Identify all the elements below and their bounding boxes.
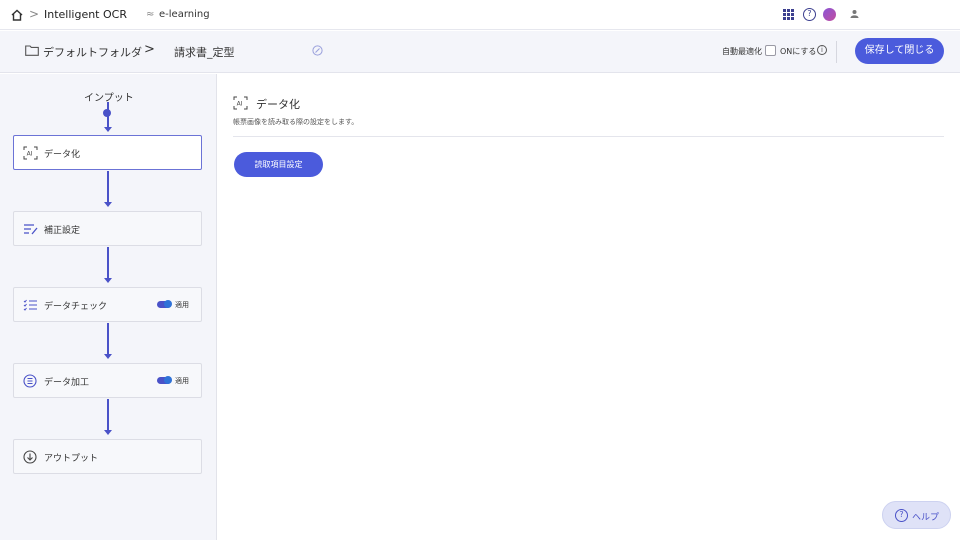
help-button[interactable]: ? ヘルプ xyxy=(882,501,951,529)
flow-arrowhead xyxy=(104,278,112,283)
ai-icon: AI xyxy=(23,146,38,160)
top-bar: > Intelligent OCR ≈ e-learning ? xyxy=(0,0,960,30)
flow-connector xyxy=(107,247,109,279)
divider xyxy=(233,136,944,137)
step-label: データ化 xyxy=(44,150,81,160)
ai-icon: AI xyxy=(233,96,248,110)
checklist-icon xyxy=(23,299,37,311)
step-data-check[interactable]: データチェック 適用 xyxy=(13,287,202,322)
auto-optimize-on-label[interactable]: ONにする xyxy=(780,46,816,57)
folder-icon xyxy=(25,45,39,56)
apply-toggle-label: 適用 xyxy=(175,377,189,385)
user-icon xyxy=(850,10,859,18)
flow-connector xyxy=(107,114,109,128)
header-bar: デフォルトフォルダ > 請求書_定型 自動最適化 ONにする i 保存して閉じる xyxy=(0,31,960,73)
app-name[interactable]: Intelligent OCR xyxy=(44,8,127,21)
step-label: データ加工 xyxy=(44,378,90,388)
workspace-icon: ≈ xyxy=(146,9,155,20)
divider xyxy=(836,41,837,63)
apply-toggle-label: 適用 xyxy=(175,301,189,309)
step-data-processing[interactable]: データ加工 適用 xyxy=(13,363,202,398)
flow-input-label: インプット xyxy=(84,93,134,104)
correction-icon xyxy=(24,224,38,235)
workspace-name[interactable]: e-learning xyxy=(159,9,210,20)
info-icon[interactable]: i xyxy=(817,45,827,55)
step-correction-settings[interactable]: 補正設定 xyxy=(13,211,202,246)
document-name: 請求書_定型 xyxy=(174,46,235,59)
step-label: 補正設定 xyxy=(44,226,81,236)
svg-text:AI: AI xyxy=(237,101,243,108)
read-items-settings-button[interactable]: 読取項目設定 xyxy=(234,152,323,177)
step-output[interactable]: アウトプット xyxy=(13,439,202,474)
flow-arrowhead xyxy=(104,202,112,207)
flow-connector xyxy=(107,399,109,431)
svg-text:AI: AI xyxy=(27,151,33,158)
breadcrumb-separator: > xyxy=(144,42,155,57)
auto-optimize-checkbox[interactable] xyxy=(765,45,776,56)
flow-arrowhead xyxy=(104,354,112,359)
output-icon xyxy=(23,450,37,464)
help-icon: ? xyxy=(895,509,908,522)
flow-arrowhead xyxy=(104,430,112,435)
flow-connector xyxy=(107,171,109,203)
breadcrumb-separator: > xyxy=(29,7,40,21)
flow-arrowhead xyxy=(104,127,112,132)
help-label: ヘルプ xyxy=(912,513,940,523)
apply-toggle[interactable] xyxy=(157,376,172,384)
step-label: アウトプット xyxy=(44,454,99,464)
auto-optimize-label: 自動最適化 xyxy=(722,47,762,56)
apply-toggle[interactable] xyxy=(157,300,172,308)
flow-connector xyxy=(107,323,109,355)
section-description: 帳票画像を読み取る際の設定をします。 xyxy=(233,118,359,126)
breadcrumb-root[interactable]: デフォルトフォルダ xyxy=(43,44,142,60)
home-icon[interactable] xyxy=(10,8,24,22)
save-and-close-button[interactable]: 保存して閉じる xyxy=(855,38,944,64)
process-icon xyxy=(23,374,37,388)
step-data-extraction[interactable]: AI データ化 xyxy=(13,135,202,170)
avatar[interactable] xyxy=(823,8,836,21)
section-title: データ化 xyxy=(256,98,300,111)
step-label: データチェック xyxy=(44,302,108,312)
apps-grid-icon[interactable] xyxy=(783,9,794,20)
edit-icon[interactable] xyxy=(312,45,323,56)
help-icon[interactable]: ? xyxy=(803,8,816,21)
